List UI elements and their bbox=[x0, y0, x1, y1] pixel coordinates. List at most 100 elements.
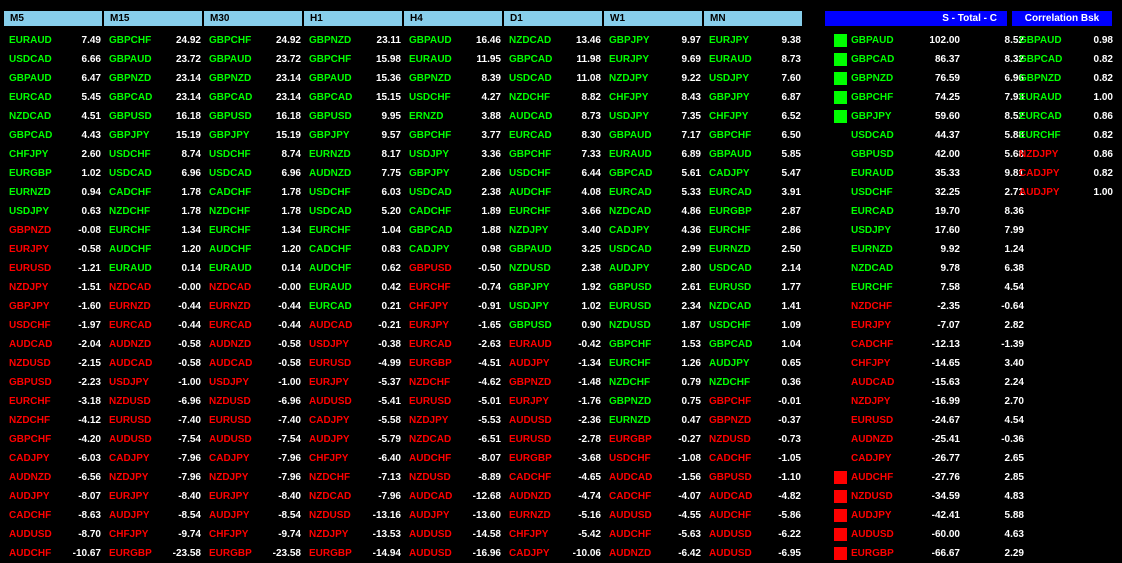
pair-row[interactable]: USDJPY -0.38 bbox=[309, 335, 401, 354]
pair-row[interactable]: EURCAD 3.91 bbox=[709, 183, 801, 202]
pair-row[interactable]: USDCAD 2.38 bbox=[409, 183, 501, 202]
pair-row[interactable]: AUDCAD -0.58 bbox=[209, 354, 301, 373]
pair-row[interactable]: AUDCAD -0.58 bbox=[109, 354, 201, 373]
pair-row[interactable]: AUDJPY 2.80 bbox=[609, 259, 701, 278]
pair-row[interactable]: CADJPY 5.47 bbox=[709, 164, 801, 183]
pair-row[interactable]: EURJPY -1.76 bbox=[509, 392, 601, 411]
pair-row[interactable]: EURGBP -23.58 bbox=[209, 544, 301, 563]
pair-row[interactable]: AUDNZD -0.58 bbox=[209, 335, 301, 354]
total-row[interactable]: GBPNZD 76.59 6.96 bbox=[834, 69, 1024, 88]
pair-row[interactable]: NZDCAD -6.51 bbox=[409, 430, 501, 449]
correlation-row[interactable]: AUDJPY 1.00 bbox=[1019, 183, 1113, 202]
pair-row[interactable]: USDCHF 1.09 bbox=[709, 316, 801, 335]
pair-row[interactable]: EURGBP -14.94 bbox=[309, 544, 401, 563]
pair-row[interactable]: EURNZD -5.16 bbox=[509, 506, 601, 525]
pair-row[interactable]: CHFJPY -5.42 bbox=[509, 525, 601, 544]
pair-row[interactable]: GBPCAD 15.15 bbox=[309, 88, 401, 107]
pair-row[interactable]: AUDNZD -4.74 bbox=[509, 487, 601, 506]
pair-row[interactable]: EURCAD -0.44 bbox=[209, 316, 301, 335]
pair-row[interactable]: GBPCAD 11.98 bbox=[509, 50, 601, 69]
pair-row[interactable]: EURCHF 2.86 bbox=[709, 221, 801, 240]
pair-row[interactable]: CHFJPY 2.60 bbox=[9, 145, 101, 164]
pair-row[interactable]: EURNZD 0.94 bbox=[9, 183, 101, 202]
pair-row[interactable]: CADJPY -7.96 bbox=[109, 449, 201, 468]
pair-row[interactable]: GBPJPY 9.97 bbox=[609, 31, 701, 50]
pair-row[interactable]: AUDCAD -2.04 bbox=[9, 335, 101, 354]
pair-row[interactable]: GBPCHF 6.50 bbox=[709, 126, 801, 145]
pair-row[interactable]: EURCHF 1.04 bbox=[309, 221, 401, 240]
pair-row[interactable]: GBPAUD 3.25 bbox=[509, 240, 601, 259]
pair-row[interactable]: EURCHF 1.34 bbox=[109, 221, 201, 240]
pair-row[interactable]: EURNZD -0.44 bbox=[109, 297, 201, 316]
pair-row[interactable]: CADCHF -4.07 bbox=[609, 487, 701, 506]
pair-row[interactable]: CADJPY 0.98 bbox=[409, 240, 501, 259]
total-row[interactable]: AUDJPY -42.41 5.88 bbox=[834, 506, 1024, 525]
pair-row[interactable]: EURNZD -0.44 bbox=[209, 297, 301, 316]
pair-row[interactable]: EURJPY 9.38 bbox=[709, 31, 801, 50]
total-row[interactable]: GBPAUD 102.00 8.52 bbox=[834, 31, 1024, 50]
timeframe-header-w1[interactable]: W1 bbox=[604, 11, 702, 26]
total-row[interactable]: EURJPY -7.07 2.82 bbox=[834, 316, 1024, 335]
pair-row[interactable]: GBPJPY 15.19 bbox=[209, 126, 301, 145]
pair-row[interactable]: CHFJPY -9.74 bbox=[109, 525, 201, 544]
pair-row[interactable]: EURAUD 0.14 bbox=[209, 259, 301, 278]
pair-row[interactable]: EURCHF 1.34 bbox=[209, 221, 301, 240]
pair-row[interactable]: GBPJPY 15.19 bbox=[109, 126, 201, 145]
pair-row[interactable]: EURCAD 5.33 bbox=[609, 183, 701, 202]
total-row[interactable]: EURNZD 9.92 1.24 bbox=[834, 240, 1024, 259]
total-row[interactable]: NZDJPY -16.99 2.70 bbox=[834, 392, 1024, 411]
total-row[interactable]: CADJPY -26.77 2.65 bbox=[834, 449, 1024, 468]
total-row[interactable]: AUDCAD -15.63 2.24 bbox=[834, 373, 1024, 392]
pair-row[interactable]: USDCHF 4.27 bbox=[409, 88, 501, 107]
pair-row[interactable]: NZDCHF 8.82 bbox=[509, 88, 601, 107]
pair-row[interactable]: AUDCHF 0.62 bbox=[309, 259, 401, 278]
total-row[interactable]: NZDUSD -34.59 4.83 bbox=[834, 487, 1024, 506]
pair-row[interactable]: AUDCHF 1.20 bbox=[109, 240, 201, 259]
pair-row[interactable]: GBPCAD 23.14 bbox=[109, 88, 201, 107]
pair-row[interactable]: CADJPY 4.36 bbox=[609, 221, 701, 240]
pair-row[interactable]: AUDJPY -5.79 bbox=[309, 430, 401, 449]
total-row[interactable]: USDCHF 32.25 2.71 bbox=[834, 183, 1024, 202]
pair-row[interactable]: EURJPY -0.58 bbox=[9, 240, 101, 259]
pair-row[interactable]: NZDUSD -6.96 bbox=[109, 392, 201, 411]
pair-row[interactable]: USDCAD 2.99 bbox=[609, 240, 701, 259]
pair-row[interactable]: NZDCAD 4.51 bbox=[9, 107, 101, 126]
pair-row[interactable]: GBPAUD 23.72 bbox=[109, 50, 201, 69]
pair-row[interactable]: GBPAUD 7.17 bbox=[609, 126, 701, 145]
total-row[interactable]: USDJPY 17.60 7.99 bbox=[834, 221, 1024, 240]
pair-row[interactable]: AUDCAD 8.73 bbox=[509, 107, 601, 126]
timeframe-header-d1[interactable]: D1 bbox=[504, 11, 602, 26]
pair-row[interactable]: AUDJPY -8.54 bbox=[209, 506, 301, 525]
pair-row[interactable]: AUDJPY 0.65 bbox=[709, 354, 801, 373]
pair-row[interactable]: USDJPY 1.02 bbox=[509, 297, 601, 316]
pair-row[interactable]: AUDUSD -5.41 bbox=[309, 392, 401, 411]
pair-row[interactable]: GBPUSD 2.61 bbox=[609, 278, 701, 297]
pair-row[interactable]: GBPCHF -4.20 bbox=[9, 430, 101, 449]
pair-row[interactable]: GBPUSD 0.90 bbox=[509, 316, 601, 335]
pair-row[interactable]: GBPNZD 0.75 bbox=[609, 392, 701, 411]
pair-row[interactable]: EURNZD 8.17 bbox=[309, 145, 401, 164]
pair-row[interactable]: CADJPY -7.96 bbox=[209, 449, 301, 468]
total-row[interactable]: NZDCHF -2.35 -0.64 bbox=[834, 297, 1024, 316]
pair-row[interactable]: EURGBP 2.87 bbox=[709, 202, 801, 221]
pair-row[interactable]: GBPAUD 23.72 bbox=[209, 50, 301, 69]
total-row[interactable]: GBPJPY 59.60 8.52 bbox=[834, 107, 1024, 126]
pair-row[interactable]: GBPUSD -0.50 bbox=[409, 259, 501, 278]
pair-row[interactable]: USDJPY -1.00 bbox=[209, 373, 301, 392]
correlation-row[interactable]: CADJPY 0.82 bbox=[1019, 164, 1113, 183]
pair-row[interactable]: GBPCAD 1.88 bbox=[409, 221, 501, 240]
pair-row[interactable]: GBPUSD -2.23 bbox=[9, 373, 101, 392]
pair-row[interactable]: USDCHF -1.97 bbox=[9, 316, 101, 335]
pair-row[interactable]: NZDCHF 0.79 bbox=[609, 373, 701, 392]
pair-row[interactable]: EURAUD 0.14 bbox=[109, 259, 201, 278]
pair-row[interactable]: CADJPY -5.58 bbox=[309, 411, 401, 430]
pair-row[interactable]: GBPJPY 2.86 bbox=[409, 164, 501, 183]
pair-row[interactable]: GBPJPY 9.57 bbox=[309, 126, 401, 145]
pair-row[interactable]: AUDUSD -6.22 bbox=[709, 525, 801, 544]
pair-row[interactable]: NZDCHF -4.62 bbox=[409, 373, 501, 392]
pair-row[interactable]: NZDUSD 2.38 bbox=[509, 259, 601, 278]
pair-row[interactable]: USDCHF 8.74 bbox=[109, 145, 201, 164]
pair-row[interactable]: EURAUD 11.95 bbox=[409, 50, 501, 69]
pair-row[interactable]: EURUSD -2.78 bbox=[509, 430, 601, 449]
pair-row[interactable]: AUDUSD -6.95 bbox=[709, 544, 801, 563]
